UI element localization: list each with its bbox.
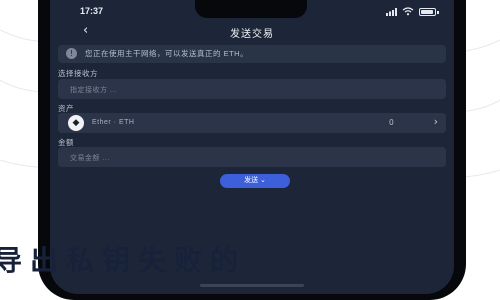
asset-name: Ether · ETH [92, 119, 135, 126]
overlay-banner: 导出私钥失败的 [0, 246, 500, 276]
recipient-placeholder: 指定接收方 ... [70, 87, 118, 94]
battery-tip [437, 11, 439, 14]
amount-input[interactable]: 交易金额 ... [58, 147, 446, 167]
battery-level [421, 10, 433, 14]
wifi-icon [402, 7, 414, 16]
chevron-right-icon: › [433, 115, 438, 128]
status-bar: 17:37 [50, 0, 454, 22]
send-button[interactable]: 发送 ⌄ [220, 174, 290, 188]
recipient-label: 选择接收方 [58, 69, 98, 78]
signal-icon [386, 8, 397, 16]
amount-placeholder: 交易金额 ... [70, 155, 110, 162]
home-indicator [200, 284, 304, 287]
network-notice: ! 您正在使用主干网络，可以发送真正的 ETH。 [58, 45, 446, 63]
info-icon: ! [66, 48, 77, 59]
notice-text: 您正在使用主干网络，可以发送真正的 ETH。 [85, 49, 249, 58]
page-title: 发送交易 [230, 29, 274, 40]
battery-icon [419, 8, 439, 16]
banner-text: 导出私钥失败的 [0, 244, 247, 277]
asset-balance: 0 [389, 118, 394, 127]
recipient-input[interactable]: 指定接收方 ... [58, 79, 446, 99]
nav-bar: ‹ 发送交易 [50, 24, 454, 41]
notch [195, 0, 307, 18]
status-time: 17:37 [80, 6, 104, 16]
asset-select[interactable]: ◆ Ether · ETH 0 › [58, 113, 446, 133]
ethereum-icon: ◆ [68, 115, 84, 131]
